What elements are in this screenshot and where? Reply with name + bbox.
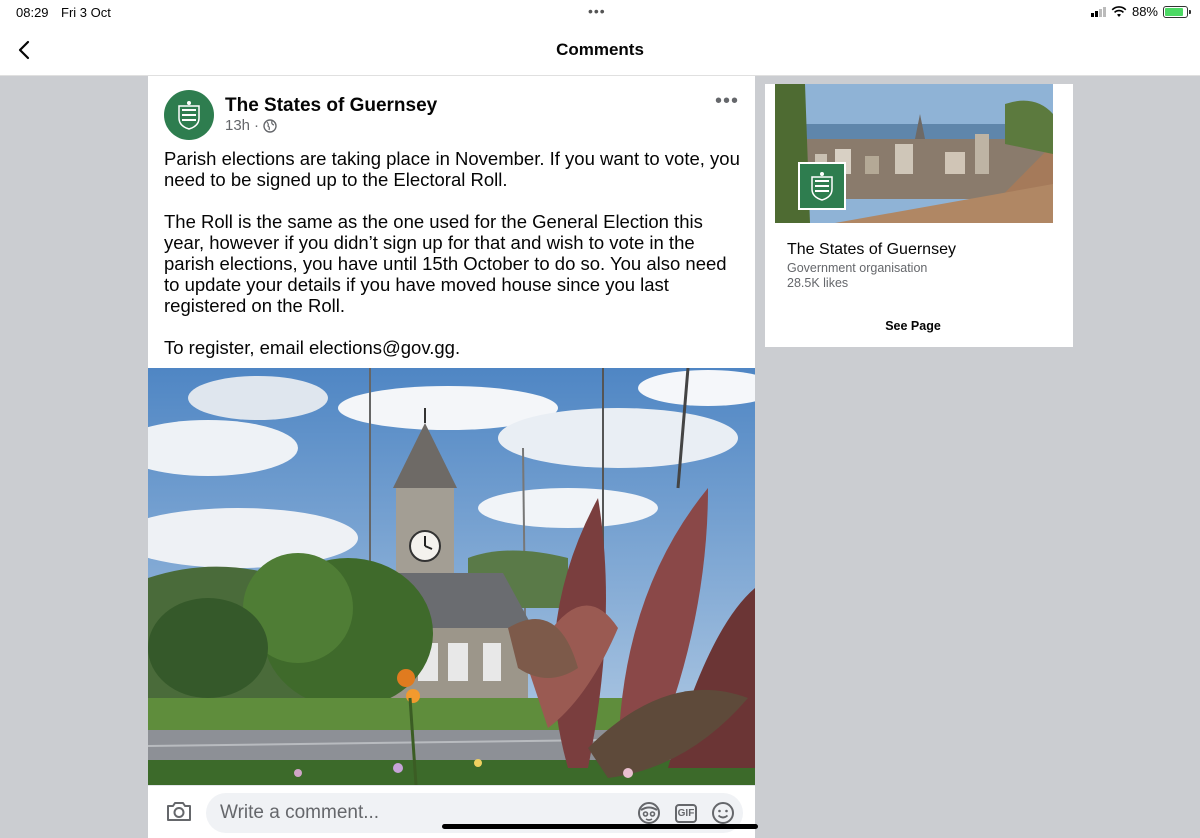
- post-card: The States of Guernsey 13h · ••• Parish …: [148, 76, 755, 838]
- multitasking-dots-icon[interactable]: •••: [588, 3, 606, 19]
- gif-icon[interactable]: GIF: [675, 803, 697, 823]
- status-indicators: 88%: [1090, 4, 1191, 19]
- home-indicator[interactable]: [442, 824, 758, 829]
- see-page-button[interactable]: See Page: [765, 319, 1061, 333]
- battery-icon: [1163, 5, 1191, 18]
- post-body: Parish elections are taking place in Nov…: [164, 148, 744, 379]
- battery-level-fill: [1165, 7, 1184, 16]
- page-info-card: The States of Guernsey Government organi…: [765, 84, 1073, 347]
- post-meta: 13h ·: [225, 117, 277, 134]
- status-date: Fri 3 Oct: [61, 5, 111, 20]
- more-options-icon[interactable]: •••: [715, 90, 739, 113]
- post-timestamp[interactable]: 13h: [225, 117, 250, 134]
- guernsey-crest-icon: [178, 101, 200, 130]
- post-author-name[interactable]: The States of Guernsey: [225, 95, 437, 117]
- camera-icon[interactable]: [166, 800, 192, 822]
- cellular-signal-icon: [1090, 6, 1106, 17]
- page-card-likes: 28.5K likes: [787, 276, 849, 290]
- meta-separator: ·: [254, 117, 260, 134]
- status-time: 08:29: [16, 5, 49, 20]
- post-paragraph: Parish elections are taking place in Nov…: [164, 148, 740, 190]
- guernsey-crest-icon: [811, 172, 833, 201]
- post-paragraph: The Roll is the same as the one used for…: [164, 211, 727, 316]
- globe-icon: [263, 118, 277, 133]
- battery-percentage: 88%: [1131, 4, 1158, 19]
- page-title: Comments: [556, 40, 644, 59]
- wifi-icon: [1111, 5, 1127, 17]
- avatar-sticker-icon[interactable]: [637, 801, 661, 825]
- page-card-name[interactable]: The States of Guernsey: [787, 241, 956, 259]
- comment-attachment-icons: GIF: [637, 801, 735, 825]
- post-header: The States of Guernsey 13h · •••: [164, 90, 739, 142]
- navigation-bar: Comments: [0, 24, 1200, 76]
- emoji-icon[interactable]: [711, 801, 735, 825]
- post-photo[interactable]: [148, 368, 755, 785]
- status-bar: 08:29 Fri 3 Oct ••• 88%: [0, 0, 1200, 24]
- page-avatar[interactable]: [164, 90, 214, 140]
- comment-composer: GIF: [148, 785, 755, 838]
- post-paragraph: To register, email elections@gov.gg.: [164, 337, 461, 358]
- page-logo[interactable]: [798, 162, 846, 210]
- page-cover-photo[interactable]: [775, 84, 1053, 223]
- clock-tower-garden-photo: [148, 368, 755, 785]
- page-card-category: Government organisation: [787, 261, 928, 275]
